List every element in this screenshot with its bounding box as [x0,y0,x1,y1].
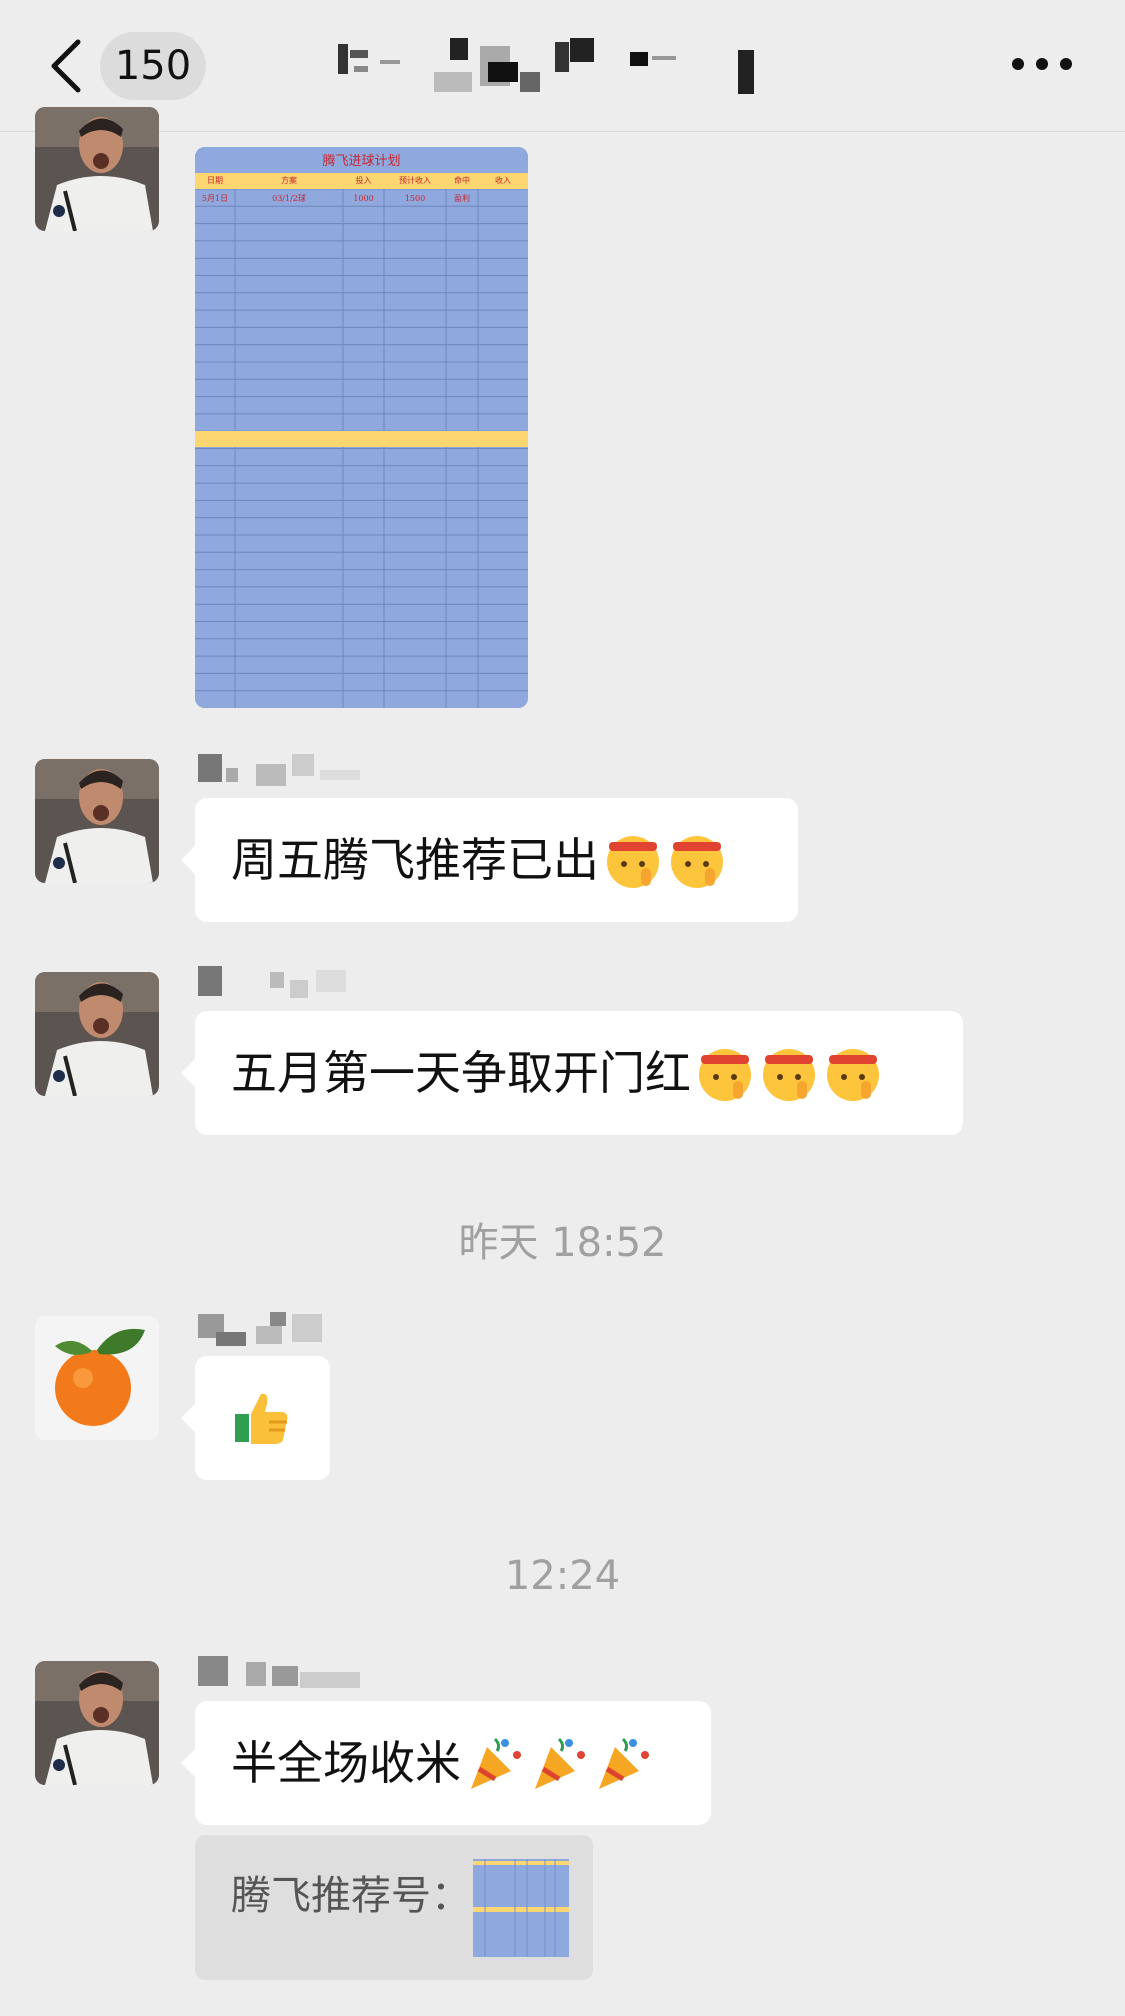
party-popper-emoji [599,1737,649,1789]
chat-header: 150 [0,0,1125,132]
shushing-headband-face-emoji [763,1048,815,1101]
spreadsheet-thumbnail [473,1859,569,1957]
spreadsheet-title: 腾飞进球计划 [195,147,528,173]
avatar-sender-1[interactable] [35,107,159,231]
col-header-expected: 预计收入 [399,176,431,185]
message-text: 周五腾飞推荐已出 [231,833,599,887]
cell: 5月1日 [201,194,229,203]
player-avatar-image [35,759,159,883]
cell [478,191,528,207]
player-avatar-image [35,1661,159,1785]
message-text: 五月第一天争取开门红 [231,1046,691,1100]
col-header-date: 日期 [207,176,223,185]
cell: 1500 [404,194,426,203]
shushing-headband-face-emoji [827,1048,879,1101]
col-header-stake: 投入 [355,176,372,185]
chat-title-obscured [338,38,754,94]
spreadsheet-header-row: 日期 方案 投入 预计收入 命中 收入 [195,173,528,189]
spreadsheet-grid [195,147,528,708]
spreadsheet-image-message[interactable]: 腾飞进球计划 日期 方案 投入 预计收入 命中 收入 5月1日 03/1/2球 … [195,147,528,708]
avatar-sender-4[interactable] [35,1316,159,1440]
cell: 1000 [353,194,374,203]
avatar-sender-5[interactable] [35,1661,159,1785]
shushing-headband-face-emoji [607,835,659,888]
thumbs-up-emoji [235,1393,288,1444]
sender-name-obscured [198,754,360,786]
party-popper-emoji [535,1737,585,1789]
sender-name-obscured [198,1312,322,1346]
col-header-income: 收入 [495,176,511,185]
party-popper-emoji [471,1737,521,1789]
orange-avatar-image [35,1316,159,1440]
spreadsheet-row-1: 5月1日 03/1/2球 1000 1500 盈利 [195,191,528,207]
player-avatar-image [35,107,159,231]
chevron-left-icon[interactable] [46,38,86,94]
timestamp: 昨天 18:52 [458,1220,667,1266]
avatar-sender-3[interactable] [35,972,159,1096]
avatar-sender-2[interactable] [35,759,159,883]
sender-name-obscured [198,966,346,998]
more-options-icon[interactable] [1010,52,1074,76]
quoted-text: 腾飞推荐号： [231,1873,471,1919]
message-bubble[interactable]: 五月第一天争取开门红 [181,1011,963,1135]
shushing-headband-face-emoji [699,1048,751,1101]
spreadsheet-divider-row [195,431,528,447]
message-text: 半全场收米 [231,1736,461,1790]
message-bubble[interactable]: 半全场收米 [181,1701,711,1825]
cell: 03/1/2球 [272,194,306,203]
timestamp: 12:24 [504,1553,621,1599]
col-header-hit: 命中 [454,176,470,185]
shushing-headband-face-emoji [671,835,723,888]
sender-name-obscured [198,1656,360,1688]
col-header-plan: 方案 [281,176,297,185]
unread-count-badge[interactable]: 150 [100,32,206,100]
player-avatar-image [35,972,159,1096]
message-bubble[interactable]: 周五腾飞推荐已出 [181,798,798,922]
cell: 盈利 [454,194,470,203]
message-bubble-emoji[interactable] [181,1356,330,1480]
quoted-reference-card[interactable]: 腾飞推荐号： [195,1835,593,1980]
